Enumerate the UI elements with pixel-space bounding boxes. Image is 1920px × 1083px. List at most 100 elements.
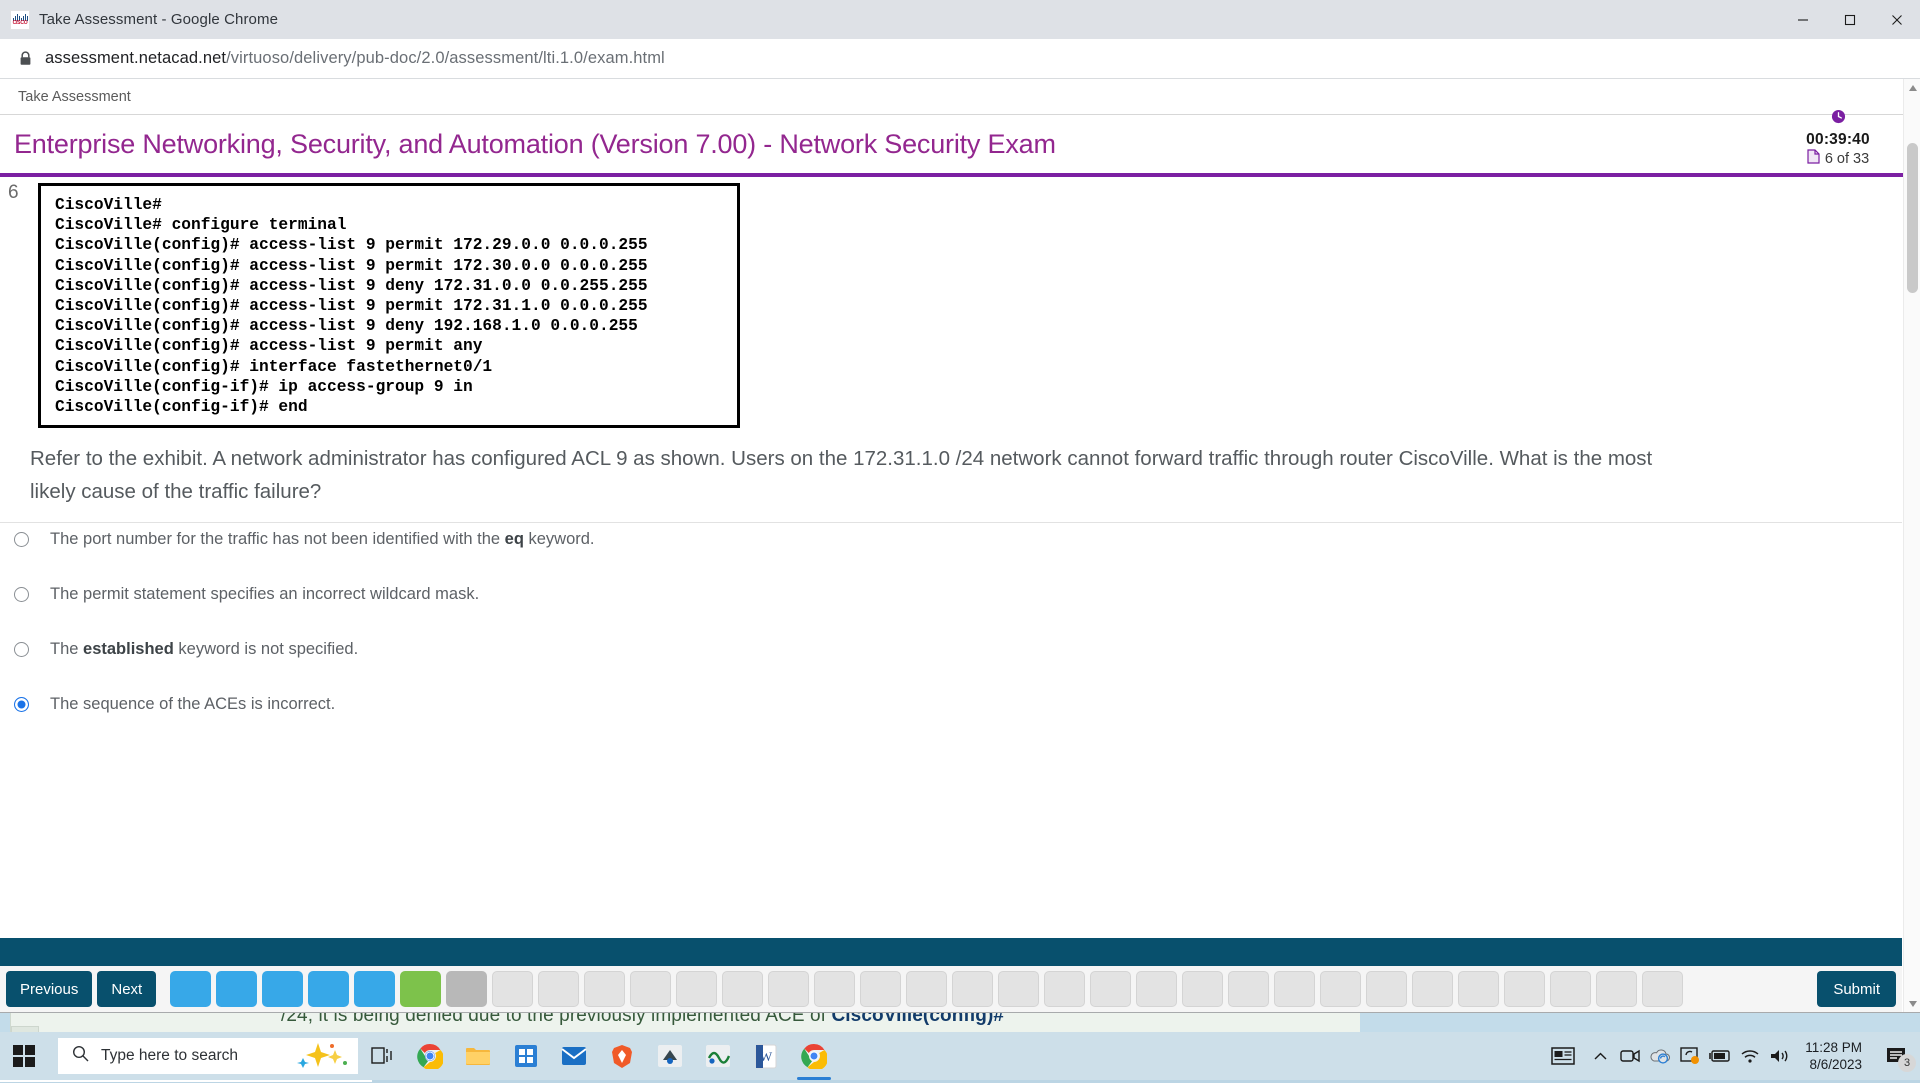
lock-icon	[18, 51, 32, 67]
question-indicator[interactable]	[1642, 971, 1683, 1007]
question-indicator[interactable]	[1504, 971, 1545, 1007]
question-indicator[interactable]	[492, 971, 533, 1007]
wireshark-icon[interactable]	[694, 1032, 742, 1080]
clock-date: 8/6/2023	[1809, 1056, 1862, 1073]
question-indicator[interactable]	[1458, 971, 1499, 1007]
question-indicator[interactable]	[308, 971, 349, 1007]
answer-option[interactable]: The established keyword is not specified…	[0, 639, 1902, 694]
show-hidden-icons-chevron-icon[interactable]	[1585, 1032, 1615, 1080]
answer-option-label: The established keyword is not specified…	[50, 639, 358, 659]
question-indicator[interactable]	[676, 971, 717, 1007]
url-path: /virtuoso/delivery/pub-doc/2.0/assessmen…	[226, 49, 665, 67]
answer-radio[interactable]	[14, 642, 29, 657]
packet-tracer-icon[interactable]	[646, 1032, 694, 1080]
chrome-icon[interactable]	[406, 1032, 454, 1080]
windows-start-icon[interactable]	[0, 1032, 48, 1080]
wifi-icon[interactable]	[1735, 1032, 1765, 1080]
question-indicator[interactable]	[906, 971, 947, 1007]
question-indicator[interactable]	[446, 971, 487, 1007]
mail-icon[interactable]	[550, 1032, 598, 1080]
question-indicator[interactable]	[354, 971, 395, 1007]
exhibit-text: CiscoVille# CiscoVille# configure termin…	[55, 195, 737, 417]
breadcrumb: Take Assessment	[0, 79, 1920, 115]
question-indicator[interactable]	[1090, 971, 1131, 1007]
brave-browser-icon[interactable]	[598, 1032, 646, 1080]
taskbar-clock[interactable]: 11:28 PM 8/6/2023	[1795, 1039, 1874, 1073]
notification-center-button[interactable]: 3	[1874, 1032, 1920, 1080]
answer-option[interactable]: The sequence of the ACEs is incorrect.	[0, 694, 1902, 749]
answer-option[interactable]: The port number for the traffic has not …	[0, 529, 1902, 584]
close-button[interactable]	[1873, 0, 1920, 39]
screen-share-icon[interactable]	[1675, 1032, 1705, 1080]
question-indicator[interactable]	[952, 971, 993, 1007]
scrollbar-thumb[interactable]	[1907, 143, 1918, 293]
volume-icon[interactable]	[1765, 1032, 1795, 1080]
search-placeholder: Type here to search	[101, 1047, 238, 1065]
background-document-text: /24, it is being denied due to the previ…	[281, 1010, 1004, 1027]
window-controls	[1779, 0, 1920, 39]
answer-option[interactable]: The permit statement specifies an incorr…	[0, 584, 1902, 639]
cisco-logo-icon: CISCO	[10, 10, 30, 30]
question-indicator[interactable]	[538, 971, 579, 1007]
exam-navigation: Previous Next Submit	[0, 938, 1902, 1012]
navigation-bar: Previous Next Submit	[0, 966, 1902, 1012]
previous-button[interactable]: Previous	[6, 971, 92, 1007]
answer-radio[interactable]	[14, 587, 29, 602]
question-indicator[interactable]	[1182, 971, 1223, 1007]
answer-radio[interactable]	[14, 697, 29, 712]
address-bar[interactable]: assessment.netacad.net/virtuoso/delivery…	[45, 49, 665, 68]
page-scrollbar[interactable]	[1903, 79, 1920, 1012]
maximize-button[interactable]	[1826, 0, 1873, 39]
svg-text:W: W	[760, 1049, 773, 1064]
onedrive-icon[interactable]	[1645, 1032, 1675, 1080]
navigation-bar-accent	[0, 938, 1902, 966]
sparkle-icon	[294, 1042, 350, 1075]
question-indicator[interactable]	[584, 971, 625, 1007]
question-indicator[interactable]	[1366, 971, 1407, 1007]
question-indicator[interactable]	[170, 971, 211, 1007]
question-indicator[interactable]	[400, 971, 441, 1007]
question-indicator[interactable]	[1228, 971, 1269, 1007]
microsoft-store-icon[interactable]	[502, 1032, 550, 1080]
word-icon[interactable]: W	[742, 1032, 790, 1080]
question-indicator[interactable]	[1274, 971, 1315, 1007]
question-indicator[interactable]	[860, 971, 901, 1007]
battery-charging-icon[interactable]	[1705, 1032, 1735, 1080]
question-indicator[interactable]	[1320, 971, 1361, 1007]
answer-option-label: The permit statement specifies an incorr…	[50, 584, 479, 604]
question-indicator[interactable]	[1136, 971, 1177, 1007]
task-view-icon[interactable]	[358, 1032, 406, 1080]
question-indicator[interactable]	[1596, 971, 1637, 1007]
question-indicator[interactable]	[262, 971, 303, 1007]
chrome-active-icon[interactable]	[790, 1032, 838, 1080]
question-indicator[interactable]	[1412, 971, 1453, 1007]
page-title: Enterprise Networking, Security, and Aut…	[14, 129, 1056, 160]
submit-button[interactable]: Submit	[1817, 971, 1896, 1007]
question-indicator[interactable]	[630, 971, 671, 1007]
search-input[interactable]: Type here to search	[58, 1038, 358, 1074]
next-button[interactable]: Next	[97, 971, 156, 1007]
search-icon	[72, 1045, 89, 1067]
chrome-window: CISCO Take Assessment - Google Chrome as…	[0, 0, 1920, 1012]
question-indicator[interactable]	[722, 971, 763, 1007]
breadcrumb-label: Take Assessment	[18, 89, 131, 105]
question-indicator[interactable]	[216, 971, 257, 1007]
answer-options: The port number for the traffic has not …	[0, 529, 1902, 749]
scroll-down-arrow[interactable]	[1904, 995, 1920, 1012]
file-explorer-icon[interactable]	[454, 1032, 502, 1080]
window-title: Take Assessment - Google Chrome	[39, 11, 278, 28]
question-indicator[interactable]	[814, 971, 855, 1007]
question-indicator[interactable]	[1550, 971, 1591, 1007]
minimize-button[interactable]	[1779, 0, 1826, 39]
clock-icon	[1778, 109, 1898, 130]
question-indicator[interactable]	[998, 971, 1039, 1007]
question-indicator[interactable]	[768, 971, 809, 1007]
question-indicator[interactable]	[1044, 971, 1085, 1007]
answer-radio[interactable]	[14, 532, 29, 547]
news-weather-icon[interactable]	[1541, 1032, 1585, 1080]
omnibox-row[interactable]: assessment.netacad.net/virtuoso/delivery…	[0, 39, 1920, 79]
page-viewport: Take Assessment Enterprise Networking, S…	[0, 79, 1920, 1012]
camera-icon[interactable]	[1615, 1032, 1645, 1080]
windows-taskbar: Type here to search	[0, 1032, 1920, 1080]
scroll-up-arrow[interactable]	[1904, 79, 1920, 96]
